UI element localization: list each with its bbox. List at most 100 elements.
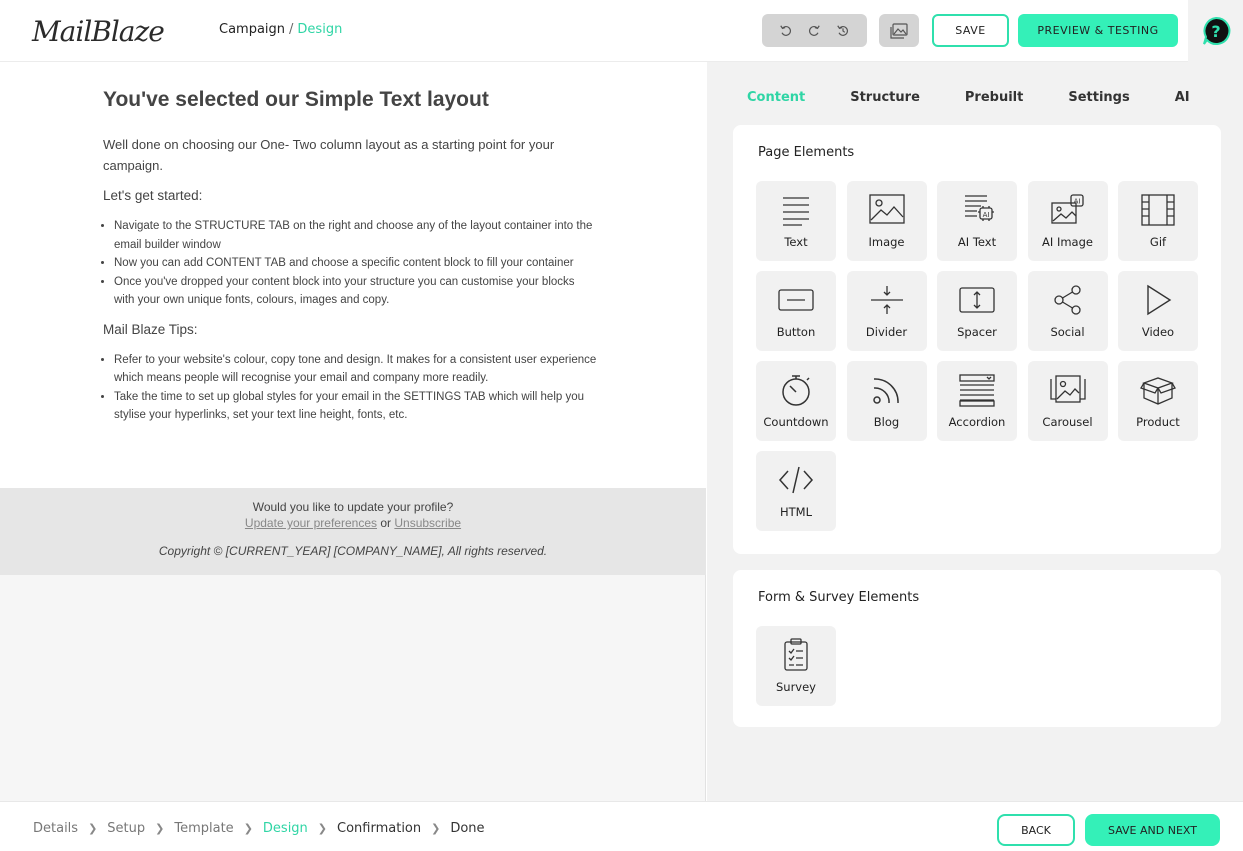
element-ai-text[interactable]: AI AI Text [937,181,1017,261]
ai-text-icon: AI [965,195,994,221]
chevron-right-icon: ❯ [88,822,98,835]
element-blog[interactable]: Blog [846,361,927,441]
svg-text:AI: AI [1073,198,1080,206]
element-text[interactable]: Text [756,181,836,261]
svg-text:AI: AI [983,211,990,219]
element-label: Countdown [763,415,829,429]
preview-testing-button[interactable]: PREVIEW & TESTING [1018,14,1178,47]
section-tips-title: Mail Blaze Tips: [103,321,198,337]
html-icon [778,466,814,494]
element-countdown[interactable]: Countdown [756,361,836,441]
element-divider[interactable]: Divider [846,271,927,351]
element-accordion[interactable]: Accordion [937,361,1017,441]
unsubscribe-link[interactable]: Unsubscribe [394,516,461,530]
form-survey-card: Form & Survey Elements Survey [733,570,1221,727]
list-item: Navigate to the STRUCTURE TAB on the rig… [114,217,598,254]
page-elements-card: Page Elements Text Image AI AI Text AI A… [733,125,1221,554]
element-label: Button [776,325,816,339]
email-content-block[interactable]: You've selected our Simple Text layout W… [0,62,706,488]
breadcrumb-design: Design [297,22,343,37]
element-label: Product [1136,415,1180,429]
step-template[interactable]: Template [174,821,233,836]
accordion-icon [959,374,995,407]
footer-links: Update your preferences or Unsubscribe [0,516,706,530]
tab-ai[interactable]: AI [1175,90,1190,105]
tips-list: Refer to your website's colour, copy ton… [103,351,598,425]
list-item: Take the time to set up global styles fo… [114,388,598,425]
list-item: Now you can add CONTENT TAB and choose a… [114,254,598,273]
social-icon [1053,285,1081,315]
ai-image-icon: AI [1050,194,1084,224]
element-gif[interactable]: Gif [1118,181,1198,261]
element-label: Blog [873,415,900,429]
undo-icon[interactable] [777,22,795,40]
step-confirmation[interactable]: Confirmation [337,821,421,836]
chevron-right-icon: ❯ [155,822,165,835]
element-label: HTML [779,505,812,519]
spacer-icon [959,287,995,313]
builder-panel: Content Structure Prebuilt Settings AI P… [707,62,1243,801]
element-ai-image[interactable]: AI AI Image [1027,181,1108,261]
step-details[interactable]: Details [33,821,78,836]
element-label: Accordion [948,415,1006,429]
save-button[interactable]: SAVE [932,14,1009,47]
panel-tabs: Content Structure Prebuilt Settings AI [747,90,1235,105]
element-label: Divider [865,325,908,339]
mailblaze-logo[interactable]: MailBlaze [32,12,168,52]
element-image[interactable]: Image [846,181,927,261]
tab-prebuilt[interactable]: Prebuilt [965,90,1023,105]
bottom-bar: Details ❯ Setup ❯ Template ❯ Design ❯ Co… [0,801,1243,851]
element-label: AI Image [1042,235,1093,249]
image-gallery-button[interactable] [879,14,919,47]
button-icon [778,289,814,311]
element-label: Survey [775,680,816,694]
element-product[interactable]: Product [1118,361,1198,441]
breadcrumb-separator: / [289,22,294,37]
element-html[interactable]: HTML [756,451,836,531]
email-footer[interactable]: Would you like to update your profile? U… [0,488,706,575]
breadcrumb: Campaign / Design [219,22,342,37]
redo-icon[interactable] [805,22,823,40]
chevron-right-icon: ❯ [317,822,328,835]
footer-or: or [380,516,392,530]
element-button[interactable]: Button [756,271,836,351]
gif-icon [1141,194,1175,226]
element-video[interactable]: Video [1118,271,1198,351]
history-icon[interactable] [834,22,852,40]
page-elements-grid: Text Image AI AI Text AI AI Image Gif Bu… [756,181,1198,531]
breadcrumb-campaign[interactable]: Campaign [219,22,285,37]
tab-structure[interactable]: Structure [850,90,920,105]
list-item: Once you've dropped your content block i… [114,273,598,310]
back-button[interactable]: BACK [997,814,1075,846]
footer-copyright: Copyright © [CURRENT_YEAR] [COMPANY_NAME… [158,544,548,558]
text-icon [783,197,809,226]
tab-content[interactable]: Content [747,90,805,105]
element-spacer[interactable]: Spacer [937,271,1017,351]
countdown-icon [782,375,810,406]
save-and-next-button[interactable]: SAVE AND NEXT [1085,814,1220,846]
element-label: Image [868,235,905,249]
help-button[interactable]: ? [1188,0,1243,62]
element-label: Social [1050,325,1085,339]
top-header: MailBlaze Campaign / Design SAVE PREVIEW &… [0,0,1243,62]
product-icon [1140,377,1176,405]
element-survey[interactable]: Survey [756,626,836,706]
element-label: Carousel [1042,415,1093,429]
form-survey-title: Form & Survey Elements [758,590,920,605]
tab-settings[interactable]: Settings [1068,90,1129,105]
divider-icon [870,286,903,314]
element-label: Gif [1149,235,1167,249]
email-text-area: You've selected our Simple Text layout W… [103,88,598,437]
blog-icon [872,378,899,404]
element-carousel[interactable]: Carousel [1027,361,1108,441]
update-preferences-link[interactable]: Update your preferences [245,516,377,530]
step-done[interactable]: Done [450,821,484,836]
email-intro: Well done on choosing our One- Two colum… [103,137,555,173]
element-social[interactable]: Social [1027,271,1108,351]
help-icon: ? [1202,16,1230,45]
email-canvas[interactable]: You've selected our Simple Text layout W… [0,62,706,801]
step-design[interactable]: Design [263,821,308,836]
survey-icon [784,638,808,671]
step-setup[interactable]: Setup [107,821,145,836]
section-getting-started-title: Let's get started: [103,188,203,203]
